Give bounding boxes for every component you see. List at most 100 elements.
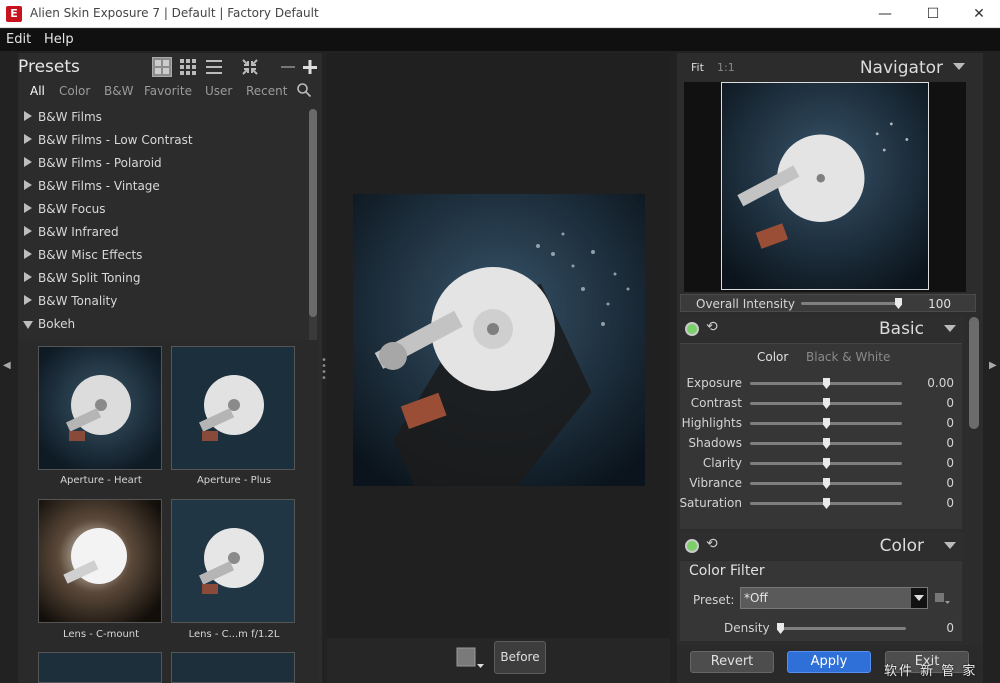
preset-thumbnail[interactable] bbox=[171, 346, 295, 470]
menu-edit[interactable]: Edit bbox=[6, 32, 31, 47]
slider-track[interactable] bbox=[801, 302, 901, 305]
toggle-on-icon[interactable] bbox=[685, 322, 699, 336]
density-value: 0 bbox=[946, 621, 954, 635]
slider-handle[interactable] bbox=[823, 398, 830, 409]
collapse-left-icon[interactable]: ◀ bbox=[3, 360, 11, 371]
main-preview-image[interactable] bbox=[353, 194, 645, 486]
menu-help[interactable]: Help bbox=[44, 32, 74, 47]
small-thumbnail-view-icon[interactable] bbox=[178, 57, 198, 77]
before-button[interactable]: Before bbox=[494, 641, 546, 674]
tab-user[interactable]: User bbox=[205, 84, 232, 98]
preset-thumbnail[interactable] bbox=[38, 346, 162, 470]
slider-handle[interactable] bbox=[895, 298, 902, 309]
slider-value: 0 bbox=[946, 476, 954, 490]
reset-icon[interactable]: ⟲ bbox=[706, 537, 720, 551]
tab-recent[interactable]: Recent bbox=[246, 84, 287, 98]
slider-value: 0 bbox=[946, 396, 954, 410]
collapse-all-icon[interactable] bbox=[240, 57, 260, 77]
minimize-button[interactable]: — bbox=[862, 0, 908, 28]
toggle-on-icon[interactable] bbox=[685, 539, 699, 553]
slider-label: Contrast bbox=[690, 396, 742, 410]
slider-value: 0.00 bbox=[927, 376, 954, 390]
preset-category-item[interactable]: B&W Focus bbox=[18, 199, 308, 222]
mode-color-button[interactable]: Color bbox=[757, 350, 788, 364]
background-color-dropdown[interactable] bbox=[455, 646, 485, 672]
slider-handle[interactable] bbox=[823, 478, 830, 489]
slider-handle[interactable] bbox=[823, 378, 830, 389]
app-logo-icon: E bbox=[6, 6, 22, 22]
preview-toolbar: Before bbox=[327, 638, 670, 683]
slider-value: 0 bbox=[946, 496, 954, 510]
slider-label: Shadows bbox=[688, 436, 742, 450]
adjustments-panel: Fit 1:1 Navigator Overall Intensity 100 … bbox=[677, 53, 983, 683]
slider-handle[interactable] bbox=[823, 498, 830, 509]
search-icon[interactable] bbox=[296, 82, 312, 101]
preset-thumbnail[interactable] bbox=[38, 499, 162, 623]
tab-all[interactable]: All bbox=[30, 84, 45, 98]
reset-icon[interactable]: ⟲ bbox=[706, 320, 720, 334]
expand-arrow-icon bbox=[24, 295, 32, 305]
zoom-fit-button[interactable]: Fit bbox=[691, 61, 704, 74]
remove-preset-icon[interactable] bbox=[278, 57, 298, 77]
basic-section-body: Color Black & White Exposure 0.00 Contrast… bbox=[679, 343, 962, 529]
preset-swatch-icon[interactable] bbox=[934, 591, 950, 611]
app-window: E Alien Skin Exposure 7 | Default | Fact… bbox=[0, 0, 1000, 683]
density-slider-handle[interactable] bbox=[777, 623, 784, 634]
preset-category-item[interactable]: B&W Infrared bbox=[18, 222, 308, 245]
zoom-1to1-button[interactable]: 1:1 bbox=[717, 61, 735, 74]
panel-menu-arrow-icon[interactable] bbox=[944, 325, 956, 332]
preset-category-item[interactable]: B&W Films - Polaroid bbox=[18, 153, 308, 176]
color-filter-preset-select[interactable]: *Off bbox=[740, 587, 928, 609]
slider-label: Saturation bbox=[679, 496, 742, 510]
mode-bw-button[interactable]: Black & White bbox=[806, 350, 890, 364]
slider-handle[interactable] bbox=[823, 418, 830, 429]
preset-category-item-expanded[interactable]: Bokeh bbox=[18, 314, 308, 337]
overall-intensity-value: 100 bbox=[928, 297, 951, 311]
slider-row-exposure: Exposure 0.00 bbox=[680, 374, 962, 394]
preset-category-item[interactable]: B&W Films - Vintage bbox=[18, 176, 308, 199]
maximize-button[interactable]: ☐ bbox=[910, 0, 956, 28]
preset-category-item[interactable]: B&W Films - Low Contrast bbox=[18, 130, 308, 153]
collapse-right-icon[interactable]: ▶ bbox=[989, 360, 997, 371]
revert-button[interactable]: Revert bbox=[690, 651, 774, 673]
expand-arrow-icon bbox=[24, 203, 32, 213]
add-preset-icon[interactable] bbox=[300, 57, 320, 77]
density-slider-track[interactable] bbox=[778, 627, 906, 630]
apply-button[interactable]: Apply bbox=[787, 651, 871, 673]
slider-handle[interactable] bbox=[823, 458, 830, 469]
expand-arrow-icon bbox=[24, 111, 32, 121]
thumbnail-label: Aperture - Plus bbox=[196, 475, 272, 486]
navigator-thumbnail[interactable] bbox=[721, 82, 929, 290]
preset-category-item[interactable]: B&W Tonality bbox=[18, 291, 308, 314]
expand-arrow-icon bbox=[24, 249, 32, 259]
expand-arrow-icon bbox=[24, 226, 32, 236]
list-view-icon[interactable] bbox=[204, 57, 224, 77]
tab-color[interactable]: Color bbox=[59, 84, 90, 98]
basic-section-header: ⟲ Basic bbox=[680, 315, 964, 343]
collapse-arrow-icon bbox=[23, 321, 33, 329]
chevron-down-icon[interactable] bbox=[911, 588, 927, 608]
panel-menu-arrow-icon[interactable] bbox=[953, 63, 965, 70]
preset-list-scrollbar[interactable] bbox=[309, 109, 317, 371]
presets-panel: Presets All Color B&W Favorite User Rece… bbox=[18, 53, 322, 683]
close-button[interactable]: ✕ bbox=[956, 0, 1000, 28]
preview-area: Before bbox=[327, 53, 670, 683]
adjustments-scrollbar[interactable] bbox=[969, 317, 979, 429]
overall-intensity-label: Overall Intensity bbox=[696, 297, 795, 311]
preset-thumbnail[interactable] bbox=[171, 652, 295, 683]
slider-row-contrast: Contrast 0 bbox=[680, 394, 962, 414]
slider-handle[interactable] bbox=[823, 438, 830, 449]
preset-category-item[interactable]: B&W Films bbox=[18, 107, 308, 130]
preset-category-item[interactable]: B&W Misc Effects bbox=[18, 245, 308, 268]
preset-thumbnail[interactable] bbox=[38, 652, 162, 683]
preset-category-item[interactable]: B&W Split Toning bbox=[18, 268, 308, 291]
large-thumbnail-view-icon[interactable] bbox=[152, 57, 172, 77]
slider-label: Clarity bbox=[702, 456, 742, 470]
panel-menu-arrow-icon[interactable] bbox=[944, 542, 956, 549]
expand-arrow-icon bbox=[24, 157, 32, 167]
tab-bw[interactable]: B&W bbox=[104, 84, 133, 98]
tab-favorite[interactable]: Favorite bbox=[144, 84, 192, 98]
overall-intensity-slider[interactable]: Overall Intensity 100 bbox=[680, 294, 976, 312]
scrollbar-thumb[interactable] bbox=[309, 109, 317, 317]
preset-thumbnail[interactable] bbox=[171, 499, 295, 623]
